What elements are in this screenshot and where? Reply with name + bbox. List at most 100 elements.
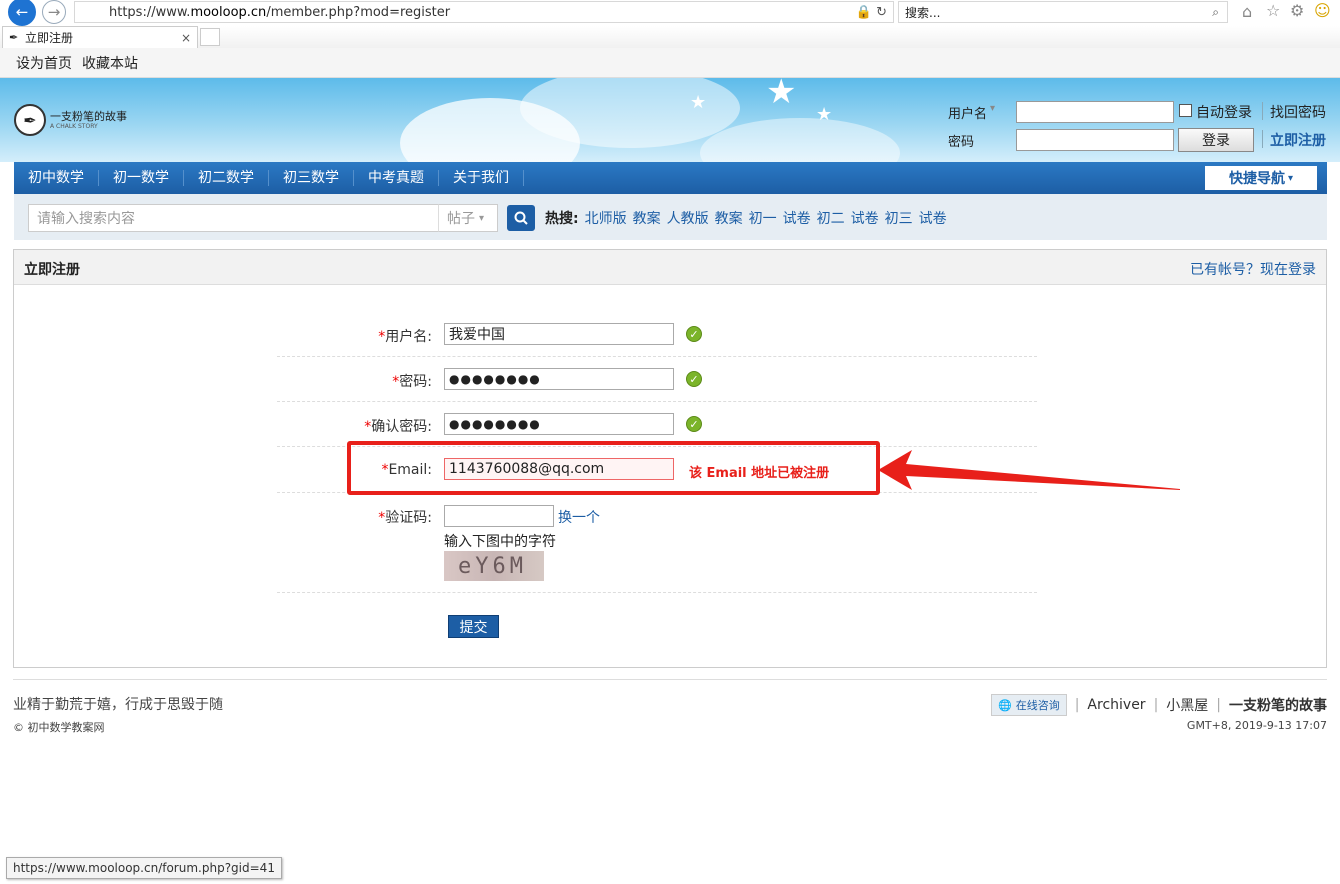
forgot-password-link[interactable]: 找回密码 bbox=[1270, 102, 1326, 122]
browser-chrome: ← → https://www. mooloop.cn/member.php?mo… bbox=[0, 0, 1340, 48]
tab-register[interactable]: ✒ 立即注册 × bbox=[2, 26, 198, 48]
nav-item-junior-math[interactable]: 初中数学 bbox=[14, 170, 99, 186]
smiley-icon[interactable]: ☺ bbox=[1314, 1, 1331, 20]
nav-item-grade8-math[interactable]: 初二数学 bbox=[184, 170, 269, 186]
star-decoration-icon: ★ bbox=[690, 92, 707, 113]
blackroom-link[interactable]: 小黑屋 bbox=[1166, 695, 1208, 715]
archiver-link[interactable]: Archiver bbox=[1087, 697, 1145, 713]
url-scheme: https://www. bbox=[109, 4, 191, 20]
lock-refresh-icon[interactable]: 🔒 ↻ bbox=[856, 5, 887, 20]
status-bar-url: https://www.mooloop.cn/forum.php?gid=41 bbox=[6, 857, 282, 879]
captcha-label: *验证码: bbox=[378, 510, 432, 526]
chevron-down-icon: ▾ bbox=[479, 212, 485, 224]
feather-icon: ✒ bbox=[9, 31, 19, 44]
site-name-link[interactable]: 一支粉笔的故事 bbox=[1229, 695, 1327, 715]
back-button[interactable]: ← bbox=[8, 0, 36, 26]
chevron-down-icon[interactable]: ▾ bbox=[990, 103, 995, 114]
site-logo[interactable]: ✒ 一支粉笔的故事 A CHALK STORY bbox=[14, 104, 127, 136]
arrow-left-icon: ← bbox=[15, 3, 29, 21]
home-icon[interactable]: ⌂ bbox=[1242, 2, 1252, 21]
password-input[interactable]: ●●●●●●●● bbox=[444, 368, 674, 390]
browser-search-input[interactable]: 搜索... ⌕ bbox=[898, 1, 1228, 23]
divider: | bbox=[1074, 697, 1080, 713]
site-search-bar: 请输入搜索内容 帖子 ▾ 热搜: 北师版 教案 人教版 教案 初一 试卷 初二 试… bbox=[14, 194, 1327, 240]
register-link[interactable]: 立即注册 bbox=[1270, 130, 1326, 150]
username-label: *用户名: bbox=[378, 329, 432, 345]
register-panel-header: 立即注册 已有帐号？现在登录 bbox=[14, 250, 1326, 285]
arrow-right-icon: → bbox=[47, 3, 61, 21]
url-field[interactable]: https://www. mooloop.cn/member.php?mod=re… bbox=[74, 1, 894, 23]
bookmark-site-link[interactable]: 收藏本站 bbox=[82, 53, 138, 73]
nav-item-about[interactable]: 关于我们 bbox=[439, 170, 524, 186]
search-type-select[interactable]: 帖子 ▾ bbox=[438, 204, 498, 232]
autologin-label: 自动登录 bbox=[1196, 105, 1252, 121]
logo-subtext: A CHALK STORY bbox=[50, 122, 98, 130]
hot-search-item[interactable]: 初一 bbox=[749, 208, 777, 228]
nav-item-grade9-math[interactable]: 初三数学 bbox=[269, 170, 354, 186]
quick-nav-button[interactable]: 快捷导航 ▾ bbox=[1205, 166, 1317, 190]
new-tab-button[interactable] bbox=[200, 28, 220, 46]
hot-search-item[interactable]: 试卷 bbox=[851, 208, 879, 228]
feather-logo-icon: ✒ bbox=[14, 104, 46, 136]
hot-search-label: 热搜: bbox=[545, 211, 579, 227]
search-button[interactable] bbox=[507, 205, 535, 231]
login-password-label: 密码 bbox=[948, 135, 975, 150]
login-password-input[interactable] bbox=[1016, 129, 1174, 151]
main-nav: 初中数学 初一数学 初二数学 初三数学 中考真题 关于我们 快捷导航 ▾ bbox=[14, 162, 1327, 194]
forward-button[interactable]: → bbox=[42, 0, 66, 24]
login-button[interactable]: 登录 bbox=[1178, 128, 1254, 152]
star-decoration-icon: ★ bbox=[816, 104, 833, 125]
captcha-refresh-link[interactable]: 换一个 bbox=[558, 507, 600, 527]
footer-motto: 业精于勤荒于嬉，行成于思毁于随 bbox=[13, 697, 223, 713]
check-ok-icon: ✓ bbox=[686, 371, 702, 387]
hot-search-item[interactable]: 初二 bbox=[817, 208, 845, 228]
hot-search-item[interactable]: 教案 bbox=[633, 208, 661, 228]
url-path: /member.php?mod=register bbox=[266, 4, 451, 20]
site-search-placeholder: 请输入搜索内容 bbox=[37, 211, 135, 227]
confirm-password-input[interactable]: ●●●●●●●● bbox=[444, 413, 674, 435]
online-consult-button[interactable]: 🌐 在线咨询 bbox=[991, 694, 1067, 716]
set-homepage-link[interactable]: 设为首页 bbox=[16, 53, 72, 73]
login-username-input[interactable] bbox=[1016, 101, 1174, 123]
address-bar-row: ← → https://www. mooloop.cn/member.php?mo… bbox=[0, 0, 1340, 26]
site-search-input[interactable]: 请输入搜索内容 bbox=[28, 204, 440, 232]
captcha-image: eY6M bbox=[444, 551, 544, 581]
have-account-login-link[interactable]: 已有帐号？现在登录 bbox=[1190, 259, 1316, 279]
tab-close-button[interactable]: × bbox=[181, 31, 191, 45]
divider: | bbox=[1153, 697, 1159, 713]
quick-nav-label: 快捷导航 bbox=[1228, 171, 1285, 187]
check-ok-icon: ✓ bbox=[686, 416, 702, 432]
hot-search-item[interactable]: 人教版 bbox=[667, 208, 709, 228]
hot-search-item[interactable]: 试卷 bbox=[919, 208, 947, 228]
footer-copyright: © 初中数学教案网 bbox=[13, 721, 105, 734]
hot-search-list: 热搜: 北师版 教案 人教版 教案 初一 试卷 初二 试卷 初三 试卷 bbox=[545, 208, 947, 228]
gear-icon[interactable]: ⚙ bbox=[1290, 1, 1304, 20]
footer-time: GMT+8, 2019-9-13 17:07 bbox=[1186, 719, 1327, 732]
password-label: *密码: bbox=[392, 374, 432, 390]
divider bbox=[1262, 130, 1263, 148]
divider: | bbox=[1216, 697, 1221, 713]
search-type-value: 帖子 bbox=[447, 211, 475, 227]
hot-search-item[interactable]: 试卷 bbox=[783, 208, 811, 228]
autologin-checkbox[interactable] bbox=[1179, 104, 1192, 117]
star-icon[interactable]: ☆ bbox=[1266, 1, 1280, 20]
nav-item-exam-papers[interactable]: 中考真题 bbox=[354, 170, 439, 186]
submit-button[interactable]: 提交 bbox=[448, 615, 499, 638]
tab-strip: ✒ 立即注册 × bbox=[0, 26, 1340, 48]
footer-divider bbox=[13, 679, 1327, 680]
hot-search-item[interactable]: 初三 bbox=[885, 208, 913, 228]
hot-search-item[interactable]: 北师版 bbox=[585, 208, 627, 228]
search-icon[interactable]: ⌕ bbox=[1212, 5, 1219, 20]
favorites-bar: 设为首页 收藏本站 bbox=[0, 48, 1340, 78]
username-input[interactable]: 我爱中国 bbox=[444, 323, 674, 345]
hot-search-item[interactable]: 教案 bbox=[715, 208, 743, 228]
captcha-hint: 输入下图中的字符 bbox=[444, 534, 556, 550]
search-icon bbox=[514, 211, 528, 225]
tab-title: 立即注册 bbox=[25, 31, 74, 45]
chevron-down-icon: ▾ bbox=[1287, 172, 1294, 184]
captcha-input[interactable] bbox=[444, 505, 554, 527]
confirm-password-label: *确认密码: bbox=[364, 419, 432, 435]
globe-icon: 🌐 bbox=[998, 698, 1012, 712]
nav-item-grade7-math[interactable]: 初一数学 bbox=[99, 170, 184, 186]
register-title: 立即注册 bbox=[24, 262, 80, 278]
